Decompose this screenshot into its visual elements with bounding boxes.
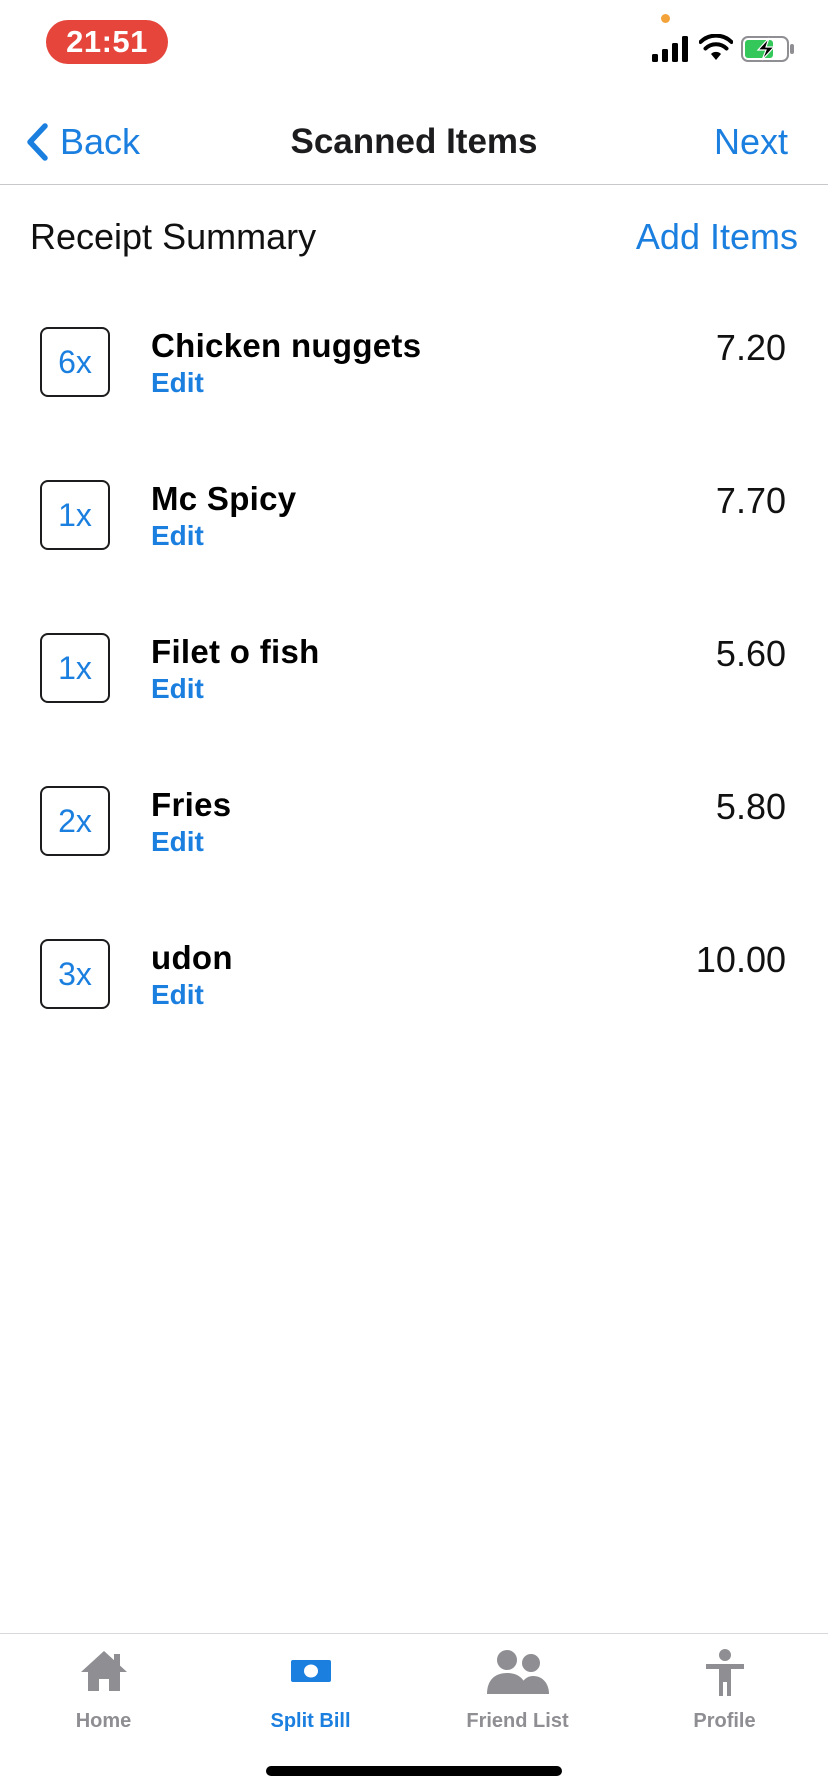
quantity-badge[interactable]: 2x [40, 786, 110, 856]
next-button[interactable]: Next [714, 120, 788, 164]
back-button[interactable]: Back [24, 120, 140, 164]
tab-split-bill[interactable]: Split Bill [207, 1634, 414, 1744]
status-bar: 21:51 [0, 0, 828, 90]
item-name: Fries [151, 786, 232, 823]
list-item: 6x Chicken nuggets Edit 7.20 [0, 325, 828, 478]
home-indicator[interactable] [266, 1766, 562, 1776]
tab-label: Home [75, 1710, 132, 1732]
back-button-label: Back [60, 121, 141, 162]
status-time: 21:51 [46, 20, 168, 64]
item-name: Filet o fish [151, 633, 320, 670]
list-item: 1x Mc Spicy Edit 7.70 [0, 478, 828, 631]
edit-item-link[interactable]: Edit [151, 367, 204, 399]
item-price: 7.20 [715, 327, 786, 368]
chevron-left-icon [27, 123, 48, 161]
item-name: udon [151, 939, 233, 976]
tab-friend-list[interactable]: Friend List [414, 1634, 621, 1744]
list-item: 1x Filet o fish Edit 5.60 [0, 631, 828, 784]
item-price: 5.60 [715, 633, 786, 674]
receipt-summary-title: Receipt Summary [30, 216, 317, 257]
money-bill-icon [290, 1660, 331, 1682]
quantity-badge[interactable]: 3x [40, 939, 110, 1009]
item-price: 5.80 [715, 786, 786, 827]
receipt-summary-header: Receipt Summary Add Items [0, 210, 828, 270]
tab-profile[interactable]: Profile [621, 1634, 828, 1744]
edit-item-link[interactable]: Edit [151, 826, 204, 858]
scanned-items-list: 6x Chicken nuggets Edit 7.20 1x Mc Spicy… [0, 325, 828, 1090]
users-icon [486, 1650, 549, 1694]
item-price: 7.70 [715, 480, 786, 521]
tab-home[interactable]: Home [0, 1634, 207, 1744]
signal-icon [652, 36, 688, 62]
tab-label: Friend List [466, 1710, 569, 1732]
edit-item-link[interactable]: Edit [151, 673, 204, 705]
item-price: 10.00 [695, 939, 786, 980]
add-items-button[interactable]: Add Items [636, 216, 798, 258]
edit-item-link[interactable]: Edit [151, 979, 204, 1011]
quantity-badge[interactable]: 1x [40, 480, 110, 550]
edit-item-link[interactable]: Edit [151, 520, 204, 552]
wifi-icon [699, 34, 733, 60]
home-icon [80, 1651, 127, 1691]
item-name: Chicken nuggets [151, 327, 422, 364]
privacy-indicator-dot [661, 14, 670, 23]
navigation-bar: Back Scanned Items Next [0, 90, 828, 185]
quantity-badge[interactable]: 1x [40, 633, 110, 703]
item-name: Mc Spicy [151, 480, 297, 517]
list-item: 3x udon Edit 10.00 [0, 937, 828, 1090]
tab-label: Split Bill [270, 1710, 351, 1732]
tab-label: Profile [693, 1710, 756, 1732]
list-item: 2x Fries Edit 5.80 [0, 784, 828, 937]
battery-charging-icon [741, 36, 794, 62]
quantity-badge[interactable]: 6x [40, 327, 110, 397]
person-icon [705, 1649, 744, 1696]
